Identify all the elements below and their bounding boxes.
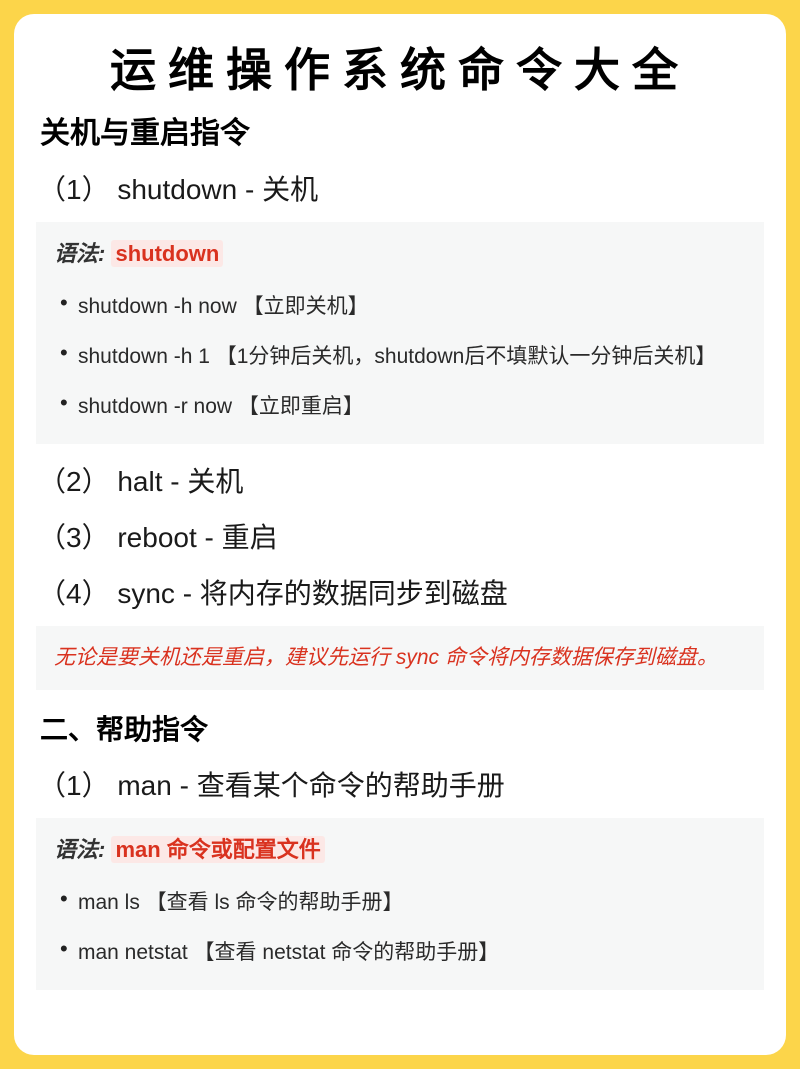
syntax-header: 语法: shutdown <box>54 236 746 268</box>
note-text: 无论是要关机还是重启，建议先运行 sync 命令将内存数据保存到磁盘。 <box>54 642 746 674</box>
cmd-man: （1） man - 查看某个命令的帮助手册 <box>36 764 764 804</box>
syntax-header: 语法: man 命令或配置文件 <box>54 832 746 864</box>
syntax-prefix: 语法: <box>54 241 105 266</box>
cmd-shutdown: （1） shutdown - 关机 <box>36 168 764 208</box>
syntax-box-man: 语法: man 命令或配置文件 man ls 【查看 ls 命令的帮助手册】 m… <box>36 818 764 990</box>
syntax-prefix: 语法: <box>54 837 105 862</box>
syntax-option: shutdown -h 1 【1分钟后关机，shutdown后不填默认一分钟后关… <box>78 330 746 380</box>
syntax-options: shutdown -h now 【立即关机】 shutdown -h 1 【1分… <box>54 280 746 430</box>
cmd-sync: （4） sync - 将内存的数据同步到磁盘 <box>36 572 764 612</box>
syntax-option: shutdown -r now 【立即重启】 <box>78 380 746 430</box>
content-card: 运维操作系统命令大全 关机与重启指令 （1） shutdown - 关机 语法:… <box>14 14 786 1055</box>
note-box: 无论是要关机还是重启，建议先运行 sync 命令将内存数据保存到磁盘。 <box>36 626 764 690</box>
syntax-option: man netstat 【查看 netstat 命令的帮助手册】 <box>78 926 746 976</box>
cmd-halt: （2） halt - 关机 <box>36 460 764 500</box>
page-title: 运维操作系统命令大全 <box>36 34 764 100</box>
syntax-box-shutdown: 语法: shutdown shutdown -h now 【立即关机】 shut… <box>36 222 764 444</box>
syntax-option: man ls 【查看 ls 命令的帮助手册】 <box>78 876 746 926</box>
syntax-cmd: shutdown <box>111 240 223 267</box>
syntax-cmd: man 命令或配置文件 <box>111 836 324 863</box>
syntax-option: shutdown -h now 【立即关机】 <box>78 280 746 330</box>
section1-heading: 关机与重启指令 <box>36 108 764 152</box>
syntax-options: man ls 【查看 ls 命令的帮助手册】 man netstat 【查看 n… <box>54 876 746 976</box>
cmd-reboot: （3） reboot - 重启 <box>36 516 764 556</box>
section2-heading: 二、帮助指令 <box>36 708 764 748</box>
